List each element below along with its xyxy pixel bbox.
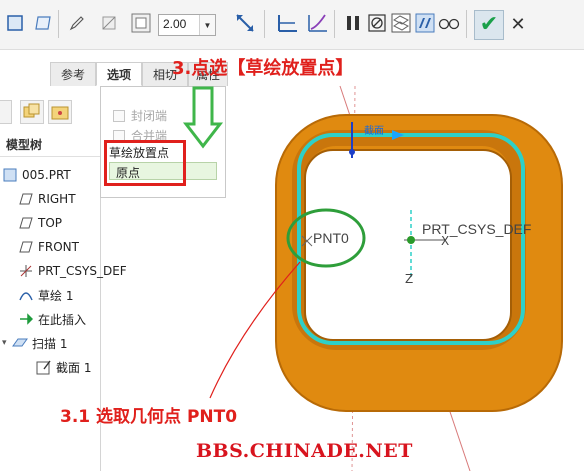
section-label: 截面	[364, 126, 384, 137]
green-down-arrow-icon	[182, 86, 224, 149]
x-axis-label: X	[441, 234, 450, 248]
point-label[interactable]: PNT0	[313, 230, 349, 246]
annotation-title: 3.点选【草绘放置点】	[172, 58, 354, 79]
csys-label: PRT_CSYS_DEF	[422, 221, 532, 237]
csys-origin	[407, 236, 415, 244]
watermark: BBS.CHINADE.NET	[196, 440, 413, 462]
annotation-step: 3.1 选取几何点 PNT0	[60, 407, 238, 427]
z-axis-label: Z	[405, 272, 414, 286]
section-point	[349, 149, 355, 155]
